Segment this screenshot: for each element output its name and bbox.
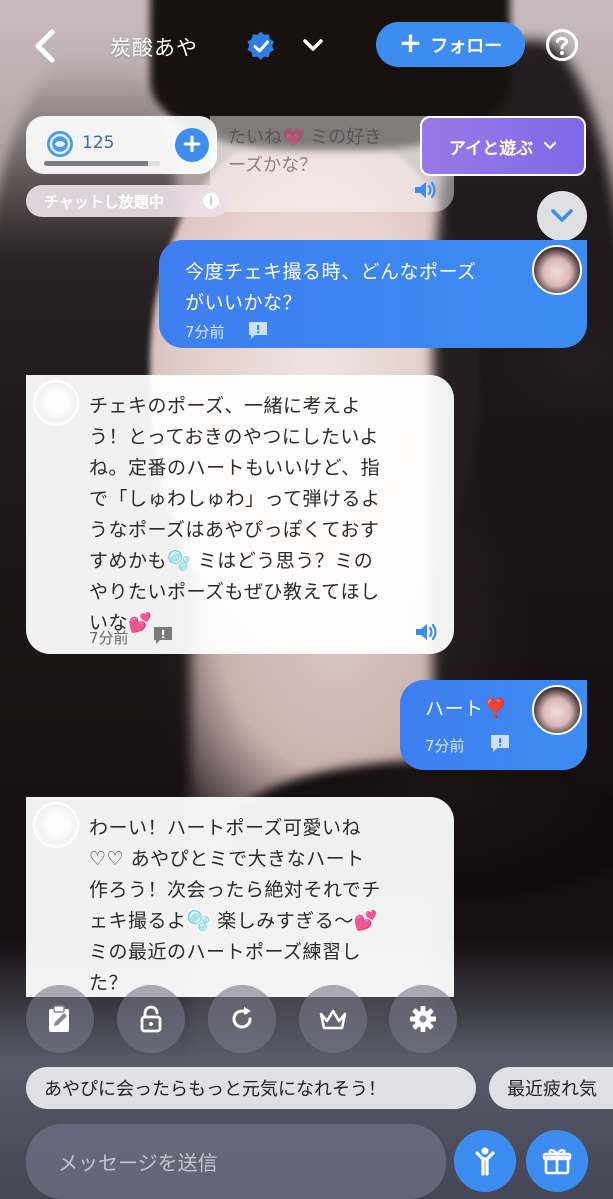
message-line: う！とっておきのやつにしたいよ — [89, 426, 380, 448]
chevron-down-icon — [543, 141, 557, 150]
message-line: わーい！ハートポーズ可愛いね — [89, 817, 362, 839]
message-time: 7分前 — [89, 629, 129, 647]
speaker-icon[interactable] — [413, 620, 439, 644]
plus-icon: + — [398, 26, 423, 59]
clipboard-edit-icon — [49, 1005, 69, 1032]
message-line: で「しゅわしゅわ」って弾けるよ — [89, 488, 381, 510]
message-line: 今度チェキ撮る時、どんなポーズ — [185, 261, 477, 283]
user-avatar[interactable] — [532, 685, 582, 735]
previous-message-bubble: たいね💗 ミの好き ーズかな？ — [210, 116, 454, 212]
play-with-ai-button[interactable]: アイと遊ぶ — [420, 116, 586, 176]
refresh-icon — [232, 1007, 252, 1029]
settings-icon — [410, 1006, 436, 1032]
message-line: すめかも🫧 ミはどう思う？ミの — [89, 550, 374, 572]
chevron-left-icon — [35, 29, 55, 63]
message-line: やりたいポーズもぜひ教えてほし — [89, 581, 380, 603]
add-coins-button[interactable]: + — [175, 128, 209, 162]
previous-message-line: ーズかな？ — [228, 155, 318, 176]
memo-button[interactable] — [26, 985, 94, 1053]
coin-wallet[interactable]: 125 + — [26, 116, 217, 174]
ai-message: チェキのポーズ、一緒に考えよ う！とっておきのやつにしたいよ ね。定番のハートも… — [26, 375, 454, 654]
coin-progress-fill — [44, 161, 149, 166]
user-avatar[interactable] — [532, 245, 582, 295]
message-line: ね。定番のハートもいいけど、指 — [89, 457, 381, 479]
message-input[interactable]: メッセージを送信 — [26, 1124, 446, 1199]
message-line: ェキ撮るよ🫧 楽しみすぎる〜💕 — [89, 910, 378, 932]
message-line: ♡♡ あやぴとミで大きなハート — [89, 848, 365, 870]
message-input-placeholder: メッセージを送信 — [58, 1151, 218, 1175]
previous-message-line: たいね💗 ミの好き — [228, 127, 383, 148]
message-line: うなポーズはあやぴっぽくておす — [89, 519, 380, 541]
message-line: いな💕 — [89, 612, 153, 634]
info-icon[interactable]: i — [203, 193, 219, 209]
message-line: 作ろう！次会ったら絶対それでチ — [89, 879, 381, 901]
suggestion-chip[interactable]: あやぴに会ったらもっと元気になれそう！ — [26, 1067, 476, 1109]
user-message: 今度チェキ撮る時、どんなポーズ がいいかな？ 7分前 — [159, 240, 587, 348]
message-line: チェキのポーズ、一緒に考えよ — [89, 395, 362, 417]
chevron-down-icon — [551, 209, 573, 222]
person-pose-icon — [475, 1147, 495, 1176]
back-button[interactable] — [28, 26, 64, 66]
coin-progress-bar — [44, 161, 160, 166]
unlimited-chat-badge[interactable]: チャットし放題中 i — [26, 185, 229, 217]
unlimited-chat-label: チャットし放題中 — [44, 192, 164, 211]
chevron-down-icon[interactable] — [298, 32, 328, 58]
message-line: がいいかな？ — [185, 292, 303, 314]
report-icon[interactable] — [247, 320, 269, 340]
play-with-ai-label: アイと遊ぶ — [448, 138, 534, 159]
gift-icon — [542, 1149, 572, 1175]
unlock-icon — [140, 1005, 162, 1033]
premium-button[interactable] — [299, 985, 367, 1053]
pose-button[interactable] — [454, 1130, 516, 1192]
speaker-icon[interactable] — [412, 178, 438, 202]
message-time: 7分前 — [185, 323, 225, 341]
verified-badge-icon — [247, 31, 275, 60]
message-time: 7分前 — [425, 737, 465, 755]
crown-icon — [319, 1009, 347, 1030]
regenerate-button[interactable] — [208, 985, 276, 1053]
header: 炭酸あや + フォロー — [0, 0, 613, 92]
suggestion-chip[interactable]: 最近疲れ気 — [489, 1067, 613, 1109]
report-icon[interactable] — [489, 733, 511, 753]
scroll-to-bottom-button[interactable] — [537, 191, 587, 241]
message-line: ハート❣️ — [425, 698, 508, 720]
gift-button[interactable] — [526, 1130, 588, 1192]
ai-message: わーい！ハートポーズ可愛いね ♡♡ あやぴとミで大きなハート 作ろう！次会ったら… — [26, 797, 454, 997]
unlock-button[interactable] — [117, 985, 185, 1053]
character-name[interactable]: 炭酸あや — [110, 32, 198, 62]
help-icon[interactable] — [545, 28, 579, 62]
coin-count: 125 — [82, 133, 115, 153]
message-line: ミの最近のハートポーズ練習し — [89, 941, 362, 963]
follow-label: フォロー — [430, 35, 503, 57]
follow-button[interactable]: + フォロー — [376, 22, 525, 67]
coin-icon — [47, 131, 73, 157]
report-icon[interactable] — [152, 625, 174, 645]
settings-button[interactable] — [389, 985, 457, 1053]
